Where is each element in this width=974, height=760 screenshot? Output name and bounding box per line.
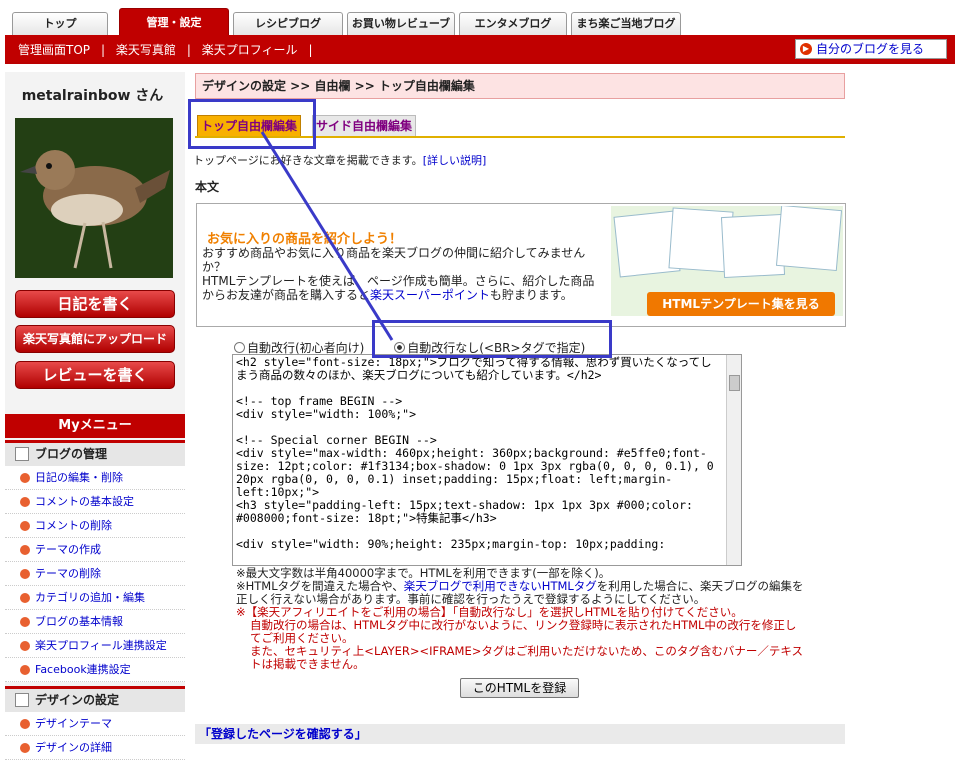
bullet-icon — [20, 665, 30, 675]
note-auto-break: 自動改行の場合は、HTMLタグ中に改行がないように、リンク登録時に表示されたHT… — [250, 618, 797, 645]
tab-top[interactable]: トップ — [12, 12, 108, 35]
tab-entame-blog[interactable]: エンタメブログ — [459, 12, 567, 35]
html-editor-textarea[interactable]: <h2 style="font-size: 18px;">ブログで知って得する情… — [232, 354, 742, 566]
avatar — [15, 118, 173, 278]
bullet-icon — [20, 593, 30, 603]
sidebar-item-label[interactable]: ブログの基本情報 — [35, 615, 123, 628]
sidebar-item-design-detail[interactable]: デザインの詳細 — [5, 736, 185, 760]
confirm-page-link[interactable]: 「登録したページを確認する」 — [199, 727, 367, 741]
username: metalrainbow さん — [21, 88, 164, 104]
tab-local-blog[interactable]: まち楽ご当地ブログ — [571, 12, 681, 35]
view-my-blog-link[interactable]: 自分のブログを見る — [816, 42, 924, 56]
page-description: トップページにお好きな文章を掲載できます。[詳しい説明] — [193, 152, 486, 168]
monitor-icon — [15, 693, 29, 707]
html-template-button[interactable]: HTMLテンプレート集を見る — [647, 292, 835, 316]
top-tab-bar: トップ 管理・設定 レシピブログ お買い物レビューブログ エンタメブログ まち楽… — [0, 0, 974, 51]
body-label: 本文 — [195, 180, 220, 194]
write-diary-button[interactable]: 日記を書く — [15, 290, 175, 318]
bullet-icon — [20, 617, 30, 627]
tab-side-free-edit-label[interactable]: サイド自由欄編集 — [316, 119, 412, 133]
tab-side-free-edit[interactable]: サイド自由欄編集 — [312, 115, 417, 137]
radio-auto-break-label: 自動改行(初心者向け) — [247, 341, 365, 355]
sidebar-item-label[interactable]: 日記の編集・削除 — [35, 471, 123, 484]
pencil-icon — [15, 447, 29, 461]
bullet-icon — [20, 473, 30, 483]
register-html-button[interactable]: このHTMLを登録 — [460, 678, 579, 698]
link-photo[interactable]: 楽天写真館 — [116, 43, 176, 57]
promo-text-3: も貯まります。 — [489, 288, 573, 302]
description-text: トップページにお好きな文章を掲載できます。 — [193, 154, 423, 167]
editor-scrollbar[interactable] — [726, 355, 741, 565]
highlight-box-tab — [188, 99, 316, 149]
promo-title: お気に入りの商品を紹介しよう！ — [207, 232, 403, 247]
scroll-thumb[interactable] — [729, 375, 740, 391]
section-design-settings: デザインの設定 — [5, 686, 185, 712]
sidebar-item-label[interactable]: Facebook連携設定 — [35, 663, 131, 676]
unusable-tags-link[interactable]: 楽天ブログで利用できないHTMLタグ — [404, 579, 597, 593]
sidebar-item-design-theme[interactable]: デザインテーマ — [5, 712, 185, 736]
highlight-box-radio — [372, 320, 612, 358]
sub-nav-links: 管理画面TOP | 楽天写真館 | 楽天プロフィール | — [18, 43, 313, 57]
bullet-icon — [20, 719, 30, 729]
view-my-blog-button[interactable]: ▶ 自分のブログを見る — [795, 39, 947, 59]
sidebar-item-label[interactable]: デザインの詳細 — [35, 741, 112, 754]
detail-link[interactable]: [詳しい説明] — [423, 154, 487, 167]
tab-recipe-blog[interactable]: レシピブログ — [233, 12, 343, 35]
note-2a: ※HTMLタグを間違えた場合や、 — [236, 579, 404, 593]
link-profile[interactable]: 楽天プロフィール — [202, 43, 298, 57]
sidebar-item-label[interactable]: 楽天プロフィール連携設定 — [35, 639, 167, 652]
breadcrumb: デザインの設定 >> 自由欄 >> トップ自由欄編集 — [195, 73, 845, 99]
link-admin-top[interactable]: 管理画面TOP — [18, 43, 90, 57]
bullet-icon — [20, 521, 30, 531]
sidebar-item-label[interactable]: コメントの削除 — [35, 519, 112, 532]
section-blog-management: ブログの管理 — [5, 440, 185, 466]
notes: ※最大文字数は半角40000字まで。HTMLを利用できます(一部を除く)。 ※H… — [236, 567, 806, 671]
sidebar-item-facebook[interactable]: Facebook連携設定 — [5, 658, 185, 682]
sidebar-item-label[interactable]: デザインテーマ — [35, 717, 112, 730]
sidebar-item-diary-edit[interactable]: 日記の編集・削除 — [5, 466, 185, 490]
section-design-label: デザインの設定 — [35, 693, 120, 707]
sidebar-item-blog-info[interactable]: ブログの基本情報 — [5, 610, 185, 634]
bullet-icon — [20, 545, 30, 555]
promo-text-1: おすすめ商品やお気に入り商品を楽天ブログの仲間に紹介してみませんか？ — [202, 246, 586, 274]
sidebar-item-label[interactable]: コメントの基本設定 — [35, 495, 134, 508]
sidebar-item-label[interactable]: テーマの削除 — [35, 567, 101, 580]
sidebar-item-theme-create[interactable]: テーマの作成 — [5, 538, 185, 562]
bullet-icon — [20, 569, 30, 579]
radio-icon[interactable] — [234, 342, 245, 353]
note-2: ※HTMLタグを間違えた場合や、楽天ブログで利用できないHTMLタグを利用した場… — [236, 580, 806, 606]
tab-review-blog[interactable]: お買い物レビューブログ — [347, 12, 455, 51]
super-point-link[interactable]: 楽天スーパーポイント — [370, 288, 490, 302]
confirm-bar: 「登録したページを確認する」 — [195, 724, 845, 744]
sidebar-item-theme-delete[interactable]: テーマの削除 — [5, 562, 185, 586]
promo-banner: お気に入りの商品を紹介しよう！ おすすめ商品やお気に入り商品を楽天ブログの仲間に… — [196, 203, 846, 327]
bullet-icon — [20, 497, 30, 507]
bullet-icon — [20, 641, 30, 651]
sidebar-item-comment-settings[interactable]: コメントの基本設定 — [5, 490, 185, 514]
sidebar-item-label[interactable]: テーマの作成 — [35, 543, 101, 556]
sidebar-item-category[interactable]: カテゴリの追加・編集 — [5, 586, 185, 610]
note-security: また、セキュリティ上<LAYER><IFRAME>タグはご利用いただけないため、… — [250, 644, 804, 671]
sidebar-item-comment-delete[interactable]: コメントの削除 — [5, 514, 185, 538]
nav-divider — [5, 62, 955, 64]
write-review-button[interactable]: レビューを書く — [15, 361, 175, 389]
tab-settings[interactable]: 管理・設定 — [119, 8, 229, 35]
sidebar-item-label[interactable]: カテゴリの追加・編集 — [35, 591, 145, 604]
my-menu-header: Myメニュー — [5, 414, 185, 438]
upload-photo-button[interactable]: 楽天写真館にアップロード — [15, 325, 175, 353]
bullet-icon — [20, 743, 30, 753]
sidebar-item-profile-link[interactable]: 楽天プロフィール連携設定 — [5, 634, 185, 658]
section-blog-label: ブログの管理 — [35, 447, 108, 461]
arrow-right-icon: ▶ — [800, 43, 812, 55]
promo-text: おすすめ商品やお気に入り商品を楽天ブログの仲間に紹介してみませんか？ HTMLテ… — [202, 246, 602, 302]
